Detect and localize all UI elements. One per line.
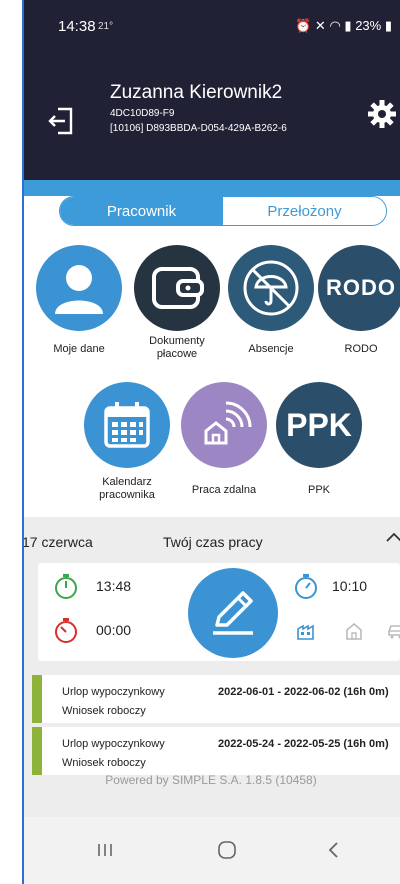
gear-icon[interactable]	[368, 100, 396, 128]
tile-label: Moje dane	[53, 343, 105, 355]
stopwatch-total-icon	[295, 574, 317, 599]
system-nav-bar	[22, 817, 400, 884]
recent-apps-icon	[98, 844, 112, 856]
request-status-bar	[32, 727, 42, 775]
tile-label: Absencje	[248, 343, 294, 355]
tile-absences[interactable]: Absencje	[226, 245, 316, 356]
mute-icon: ✕	[314, 18, 326, 33]
tile-label: Praca zdalna	[191, 484, 257, 496]
break-time-row: 00:00	[54, 617, 131, 643]
status-temperature: 21°	[98, 21, 114, 32]
tile-label: PPK	[307, 484, 330, 496]
powered-by: Powered by SIMPLE S.A. 1.8.5 (10458)	[105, 773, 317, 787]
recent-apps-button[interactable]	[90, 837, 120, 863]
person-icon	[36, 245, 122, 331]
tile-ppk[interactable]: PPK PPK	[274, 382, 364, 497]
home-circle-icon	[218, 841, 236, 859]
tile-label: Kalendarz pracownika	[99, 476, 155, 501]
status-icons: ⏰ ✕ ◠ ▮ 23% ▮	[295, 18, 392, 34]
signal-icon: ▮	[344, 18, 352, 33]
tile-label: RODO	[344, 343, 378, 355]
list-item[interactable]: Urlop wypoczynkowy Wniosek roboczy 2022-…	[32, 727, 400, 775]
request-status: Wniosek roboczy	[62, 757, 146, 769]
pencil-icon	[213, 591, 253, 635]
status-bar: 14:38 21° ⏰ ✕ ◠ ▮ 23% ▮	[22, 0, 400, 40]
tile-my-data[interactable]: Moje dane	[34, 245, 124, 356]
calendar-icon	[84, 382, 170, 468]
chevron-up-icon[interactable]	[386, 531, 400, 545]
car-icon[interactable]	[386, 621, 400, 641]
office-icon[interactable]	[296, 621, 316, 641]
work-time-title: Twój czas pracy	[163, 534, 263, 550]
role-toggle: Pracownik Przełożony	[59, 196, 387, 226]
work-time-date: 17 czerwca	[22, 534, 93, 550]
work-mode-icons	[296, 621, 400, 641]
work-time-section: 17 czerwca Twój czas pracy 13:48 00:00 1…	[22, 517, 400, 667]
tile-payroll-documents[interactable]: Dokumenty płacowe	[132, 245, 222, 361]
request-status: Wniosek roboczy	[62, 705, 146, 717]
tile-calendar[interactable]: Kalendarz pracownika	[82, 382, 172, 502]
rodo-icon: RODO	[318, 245, 400, 331]
alarm-icon: ⏰	[295, 18, 312, 33]
header-stripe	[22, 180, 400, 196]
worked-time-row: 10:10	[294, 573, 367, 599]
user-name: Zuzanna Kierownik2	[110, 82, 283, 103]
request-status-bar	[32, 675, 42, 723]
list-item[interactable]: Urlop wypoczynkowy Wniosek roboczy 2022-…	[32, 675, 400, 723]
tile-remote-work[interactable]: Praca zdalna	[179, 382, 269, 497]
request-type: Urlop wypoczynkowy	[62, 738, 165, 750]
stopwatch-stop-icon	[55, 618, 77, 643]
wallet-icon	[134, 245, 220, 331]
break-time: 00:00	[96, 622, 132, 638]
worked-time: 10:10	[332, 578, 368, 594]
request-dates: 2022-05-24 - 2022-05-25 (16h 0m)	[218, 738, 389, 750]
stopwatch-start-icon	[55, 574, 77, 599]
user-code: [10106] D893BBDA-D054-429A-B262-6	[110, 123, 287, 134]
start-time-row: 13:48	[54, 573, 131, 599]
tile-label: Dokumenty płacowe	[149, 335, 205, 360]
user-id: 4DC10D89-F9	[110, 108, 175, 119]
tab-supervisor[interactable]: Przełożony	[223, 197, 386, 225]
home-button[interactable]	[212, 837, 242, 863]
no-umbrella-icon	[228, 245, 314, 331]
ppk-icon: PPK	[276, 382, 362, 468]
back-button[interactable]	[318, 837, 348, 863]
request-dates: 2022-06-01 - 2022-06-02 (16h 0m)	[218, 686, 389, 698]
header: 14:38 21° ⏰ ✕ ◠ ▮ 23% ▮ Zuzanna Kierowni…	[22, 0, 400, 188]
status-time: 14:38	[58, 18, 96, 35]
start-time: 13:48	[96, 578, 132, 594]
logout-icon[interactable]	[48, 106, 74, 136]
back-icon	[328, 842, 338, 858]
battery-icon: ▮	[384, 18, 392, 33]
wifi-icon: ◠	[329, 18, 341, 33]
request-list: Urlop wypoczynkowy Wniosek roboczy 2022-…	[22, 667, 400, 817]
tile-rodo[interactable]: RODO RODO	[316, 245, 400, 356]
remote-work-icon	[181, 382, 267, 468]
tab-employee[interactable]: Pracownik	[60, 197, 223, 225]
request-type: Urlop wypoczynkowy	[62, 686, 165, 698]
app-screen: 14:38 21° ⏰ ✕ ◠ ▮ 23% ▮ Zuzanna Kierowni…	[22, 0, 400, 884]
register-time-button[interactable]	[188, 568, 278, 658]
frame-border	[22, 0, 24, 884]
home-icon[interactable]	[344, 621, 364, 641]
battery-level: 23%	[355, 18, 382, 33]
